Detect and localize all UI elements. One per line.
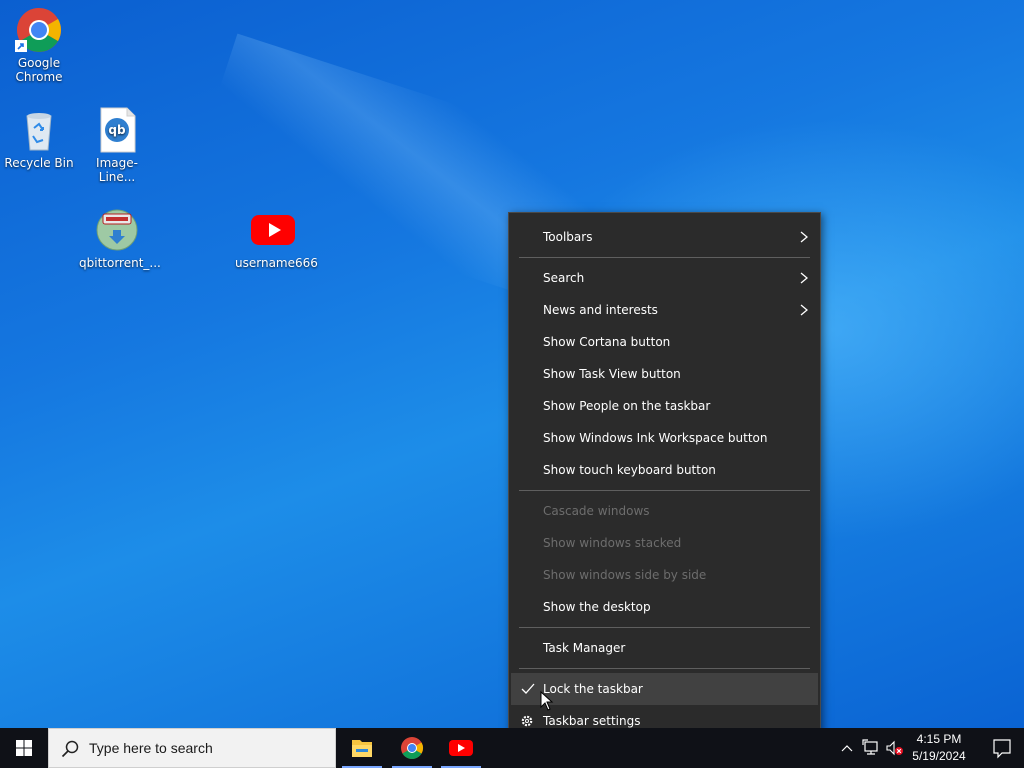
- menu-item-label: Cascade windows: [543, 504, 650, 518]
- menu-item-search[interactable]: Search: [509, 262, 820, 294]
- desktop-icon-image-line[interactable]: qb Image-Line...: [79, 106, 155, 184]
- desktop-icon-label: Recycle Bin: [4, 156, 74, 170]
- menu-item-label: Show Cortana button: [543, 335, 671, 349]
- network-icon[interactable]: [862, 739, 880, 757]
- menu-item-label: Show People on the taskbar: [543, 399, 711, 413]
- menu-item-label: Show Task View button: [543, 367, 681, 381]
- menu-separator: [519, 627, 810, 628]
- menu-item-task-manager[interactable]: Task Manager: [509, 632, 820, 664]
- menu-item-label: Show windows side by side: [543, 568, 707, 582]
- menu-item-show-people[interactable]: Show People on the taskbar: [509, 390, 820, 422]
- desktop-icon-qbittorrent-installer[interactable]: qbittorrent_...: [79, 206, 161, 270]
- checkmark-icon: [521, 683, 535, 694]
- chevron-right-icon: [800, 231, 808, 243]
- menu-separator: [519, 668, 810, 669]
- menu-item-label: Lock the taskbar: [543, 682, 643, 696]
- chrome-icon: [401, 737, 423, 759]
- desktop-icon-recycle-bin[interactable]: Recycle Bin: [1, 106, 77, 170]
- file-explorer-icon: [352, 740, 372, 757]
- desktop-icon-label: Google Chrome: [15, 56, 63, 84]
- menu-item-label: Show windows stacked: [543, 536, 682, 550]
- mouse-cursor-icon: [540, 691, 554, 711]
- desktop-icon-chrome[interactable]: Google Chrome: [1, 6, 77, 84]
- menu-separator: [519, 490, 810, 491]
- qbittorrent-file-icon: qb: [93, 106, 141, 154]
- desktop-icon-label: qbittorrent_...: [79, 256, 161, 270]
- menu-item-show-windows-ink[interactable]: Show Windows Ink Workspace button: [509, 422, 820, 454]
- menu-item-label: Taskbar settings: [543, 714, 641, 728]
- menu-item-lock-the-taskbar[interactable]: Lock the taskbar: [511, 673, 818, 705]
- menu-item-toolbars[interactable]: Toolbars: [509, 221, 820, 253]
- desktop-icon-label: Image-Line...: [96, 156, 138, 184]
- chevron-right-icon: [800, 272, 808, 284]
- menu-item-label: Toolbars: [543, 230, 593, 244]
- clock[interactable]: 4:15 PM 5/19/2024: [906, 731, 972, 765]
- volume-muted-icon[interactable]: [885, 739, 905, 757]
- svg-text:qb: qb: [108, 123, 126, 137]
- search-placeholder: Type here to search: [89, 740, 213, 756]
- menu-item-label: Task Manager: [543, 641, 626, 655]
- menu-item-show-windows-side-by-side: Show windows side by side: [509, 559, 820, 591]
- menu-item-show-touch-keyboard[interactable]: Show touch keyboard button: [509, 454, 820, 486]
- installer-icon: [93, 206, 141, 254]
- notification-icon: [993, 739, 1011, 759]
- chevron-right-icon: [800, 304, 808, 316]
- menu-item-show-windows-stacked: Show windows stacked: [509, 527, 820, 559]
- youtube-icon: [449, 740, 473, 756]
- menu-item-label: Show touch keyboard button: [543, 463, 716, 477]
- desktop-icon-username666[interactable]: username666: [235, 206, 318, 270]
- menu-item-label: News and interests: [543, 303, 658, 317]
- menu-item-news-and-interests[interactable]: News and interests: [509, 294, 820, 326]
- start-button[interactable]: [0, 728, 48, 768]
- search-box[interactable]: Type here to search: [48, 728, 336, 768]
- taskbar-context-menu: Toolbars Search News and interests Show …: [508, 212, 821, 746]
- menu-item-show-task-view-button[interactable]: Show Task View button: [509, 358, 820, 390]
- recycle-bin-icon: [15, 106, 63, 154]
- chrome-icon: [15, 6, 63, 54]
- desktop-icon-label: username666: [235, 256, 318, 270]
- menu-item-label: Show the desktop: [543, 600, 651, 614]
- taskbar[interactable]: Type here to search 4:15 PM 5/19/2024: [0, 728, 1024, 768]
- menu-separator: [519, 257, 810, 258]
- taskbar-youtube[interactable]: [437, 728, 485, 768]
- search-icon: [61, 740, 79, 758]
- menu-item-show-cortana-button[interactable]: Show Cortana button: [509, 326, 820, 358]
- menu-item-show-the-desktop[interactable]: Show the desktop: [509, 591, 820, 623]
- gear-icon: [521, 715, 533, 727]
- youtube-icon: [249, 206, 297, 254]
- action-center-button[interactable]: [980, 728, 1024, 768]
- menu-item-cascade-windows: Cascade windows: [509, 495, 820, 527]
- clock-date: 5/19/2024: [912, 749, 966, 763]
- menu-item-label: Show Windows Ink Workspace button: [543, 431, 768, 445]
- clock-time: 4:15 PM: [916, 732, 962, 746]
- taskbar-file-explorer[interactable]: [338, 728, 386, 768]
- windows-logo-icon: [16, 740, 32, 756]
- chevron-up-icon[interactable]: [840, 739, 854, 757]
- taskbar-chrome[interactable]: [388, 728, 436, 768]
- menu-item-label: Search: [543, 271, 585, 285]
